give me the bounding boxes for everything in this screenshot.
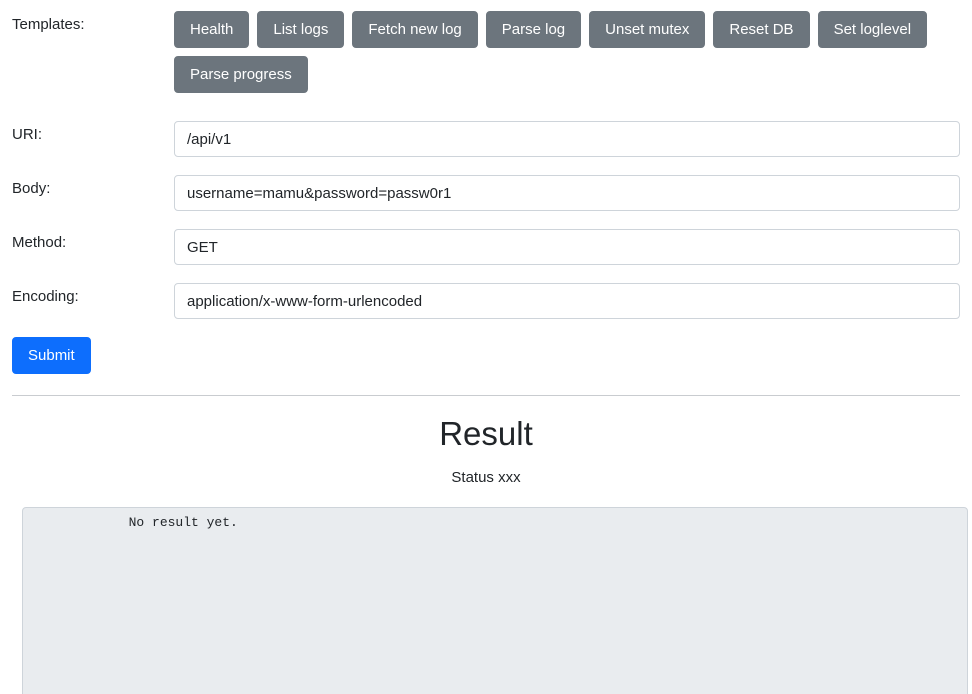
body-input-col <box>174 175 960 211</box>
result-header: Result Status xxx <box>0 414 972 487</box>
template-button-set-loglevel[interactable]: Set loglevel <box>817 11 928 48</box>
templates-label: Templates: <box>12 16 85 33</box>
encoding-label: Encoding: <box>12 288 79 305</box>
template-button-group: Health List logs Fetch new log Parse log… <box>174 11 960 95</box>
section-divider <box>12 395 960 396</box>
encoding-input-col <box>174 283 960 319</box>
uri-row: URI: <box>12 121 960 157</box>
template-button-list-logs[interactable]: List logs <box>257 11 345 48</box>
uri-input[interactable] <box>174 121 960 157</box>
encoding-input[interactable] <box>174 283 960 319</box>
templates-buttons-col: Health List logs Fetch new log Parse log… <box>174 11 960 95</box>
template-button-parse-progress[interactable]: Parse progress <box>174 56 308 93</box>
body-input[interactable] <box>174 175 960 211</box>
method-label: Method: <box>12 234 67 251</box>
body-row: Body: <box>12 175 960 211</box>
submit-button[interactable]: Submit <box>12 337 91 374</box>
method-input[interactable] <box>174 229 960 265</box>
template-button-reset-db[interactable]: Reset DB <box>713 11 810 48</box>
request-form: Templates: Health List logs Fetch new lo… <box>0 0 972 319</box>
uri-label: URI: <box>12 126 42 143</box>
method-row: Method: <box>12 229 960 265</box>
body-label: Body: <box>12 180 51 197</box>
result-status-text: Status xxx <box>451 469 521 486</box>
template-button-parse-log[interactable]: Parse log <box>485 11 582 48</box>
uri-input-col <box>174 121 960 157</box>
result-output-wrap: No result yet. <box>0 507 972 694</box>
template-button-unset-mutex[interactable]: Unset mutex <box>589 11 706 48</box>
template-button-fetch-new-log[interactable]: Fetch new log <box>352 11 478 48</box>
submit-row: Submit <box>0 337 972 374</box>
templates-row: Templates: Health List logs Fetch new lo… <box>12 0 960 95</box>
encoding-row: Encoding: <box>12 283 960 319</box>
result-output-textarea[interactable]: No result yet. <box>22 507 968 694</box>
method-input-col <box>174 229 960 265</box>
api-console-page: Templates: Health List logs Fetch new lo… <box>0 0 972 694</box>
template-button-health[interactable]: Health <box>174 11 250 48</box>
result-title: Result <box>439 415 533 452</box>
